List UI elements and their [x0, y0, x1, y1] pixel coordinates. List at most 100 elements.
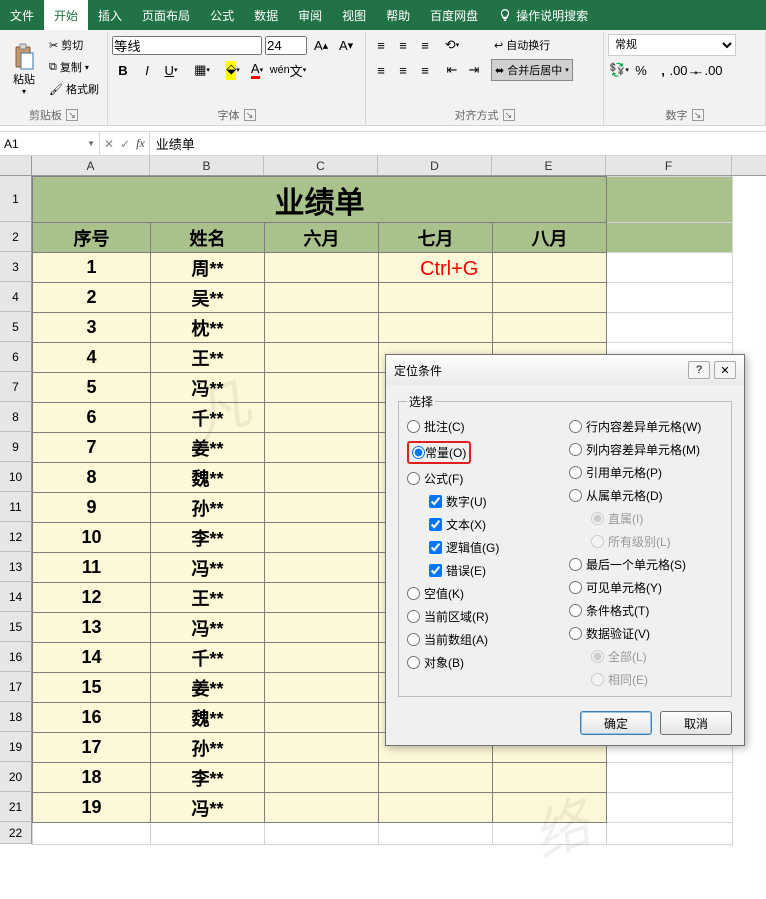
tab-review[interactable]: 审阅	[288, 0, 332, 30]
cell[interactable]: 冯**	[151, 373, 265, 403]
row-header[interactable]: 19	[0, 732, 32, 762]
cell[interactable]: 2	[33, 283, 151, 313]
cell[interactable]	[265, 283, 379, 313]
fx-icon[interactable]: fx	[136, 136, 145, 151]
cell[interactable]	[265, 583, 379, 613]
cell[interactable]	[265, 253, 379, 283]
table-header[interactable]: 七月	[379, 223, 493, 253]
cell[interactable]	[265, 463, 379, 493]
tab-file[interactable]: 文件	[0, 0, 44, 30]
table-header[interactable]: 序号	[33, 223, 151, 253]
cell[interactable]: 15	[33, 673, 151, 703]
opt-current-array[interactable]: 当前数组(A)	[407, 631, 561, 648]
opt-data-val[interactable]: 数据验证(V)	[569, 625, 723, 642]
number-expand-icon[interactable]: ↘	[692, 109, 704, 121]
cell[interactable]	[493, 793, 607, 823]
row-header[interactable]: 18	[0, 702, 32, 732]
cell[interactable]	[265, 793, 379, 823]
copy-button[interactable]: ⧉复制▾	[46, 56, 102, 78]
formula-input[interactable]	[150, 132, 766, 155]
phonetic-button[interactable]: wén文▾	[277, 59, 299, 81]
cell[interactable]	[265, 553, 379, 583]
tab-home[interactable]: 开始	[44, 0, 88, 30]
table-header[interactable]: 姓名	[151, 223, 265, 253]
cell[interactable]: 枕**	[151, 313, 265, 343]
col-header[interactable]: D	[378, 156, 492, 175]
row-header[interactable]: 10	[0, 462, 32, 492]
tab-layout[interactable]: 页面布局	[132, 0, 200, 30]
opt-errors[interactable]: 错误(E)	[407, 562, 561, 579]
cell[interactable]: 11	[33, 553, 151, 583]
opt-logicals[interactable]: 逻辑值(G)	[407, 539, 561, 556]
col-header[interactable]: E	[492, 156, 606, 175]
border-button[interactable]: ▦▾	[191, 59, 213, 81]
opt-last-cell[interactable]: 最后一个单元格(S)	[569, 556, 723, 573]
table-header[interactable]: 六月	[265, 223, 379, 253]
cell[interactable]: 冯**	[151, 613, 265, 643]
opt-objects[interactable]: 对象(B)	[407, 654, 561, 671]
cell[interactable]	[265, 433, 379, 463]
bold-button[interactable]: B	[112, 59, 134, 81]
row-header[interactable]: 1	[0, 176, 32, 222]
close-button[interactable]: ✕	[714, 361, 736, 379]
row-header[interactable]: 6	[0, 342, 32, 372]
cell[interactable]: 魏**	[151, 703, 265, 733]
row-header[interactable]: 4	[0, 282, 32, 312]
cell[interactable]: 王**	[151, 583, 265, 613]
cell[interactable]: 李**	[151, 523, 265, 553]
font-name-combo[interactable]	[112, 36, 262, 55]
row-header[interactable]: 20	[0, 762, 32, 792]
row-header[interactable]: 8	[0, 402, 32, 432]
cell[interactable]: 18	[33, 763, 151, 793]
align-middle-icon[interactable]: ≡	[392, 34, 414, 56]
cell[interactable]	[265, 673, 379, 703]
cell[interactable]: 吴**	[151, 283, 265, 313]
cell[interactable]	[265, 763, 379, 793]
cell[interactable]: 千**	[151, 403, 265, 433]
cell[interactable]: 14	[33, 643, 151, 673]
align-center-icon[interactable]: ≡	[392, 59, 414, 81]
tell-me-search[interactable]: 操作说明搜索	[498, 7, 588, 24]
opt-formulas[interactable]: 公式(F)	[407, 470, 561, 487]
alignment-expand-icon[interactable]: ↘	[503, 109, 515, 121]
cell[interactable]	[493, 763, 607, 793]
cell[interactable]	[265, 643, 379, 673]
format-painter-button[interactable]: 🖌格式刷	[46, 78, 102, 100]
font-color-button[interactable]: A▾	[246, 59, 268, 81]
opt-numbers[interactable]: 数字(U)	[407, 493, 561, 510]
cell[interactable]: 魏**	[151, 463, 265, 493]
opt-row-diff[interactable]: 行内容差异单元格(W)	[569, 418, 723, 435]
sheet-title[interactable]: 业绩单	[33, 177, 607, 223]
opt-comments[interactable]: 批注(C)	[407, 418, 561, 435]
row-header[interactable]: 2	[0, 222, 32, 252]
cell[interactable]: 冯**	[151, 793, 265, 823]
cell[interactable]	[379, 253, 493, 283]
cell[interactable]: 姜**	[151, 673, 265, 703]
col-header[interactable]: B	[150, 156, 264, 175]
row-header[interactable]: 9	[0, 432, 32, 462]
cell[interactable]: 3	[33, 313, 151, 343]
table-header[interactable]: 八月	[493, 223, 607, 253]
align-top-icon[interactable]: ≡	[370, 34, 392, 56]
tab-baidu[interactable]: 百度网盘	[420, 0, 488, 30]
opt-blanks[interactable]: 空值(K)	[407, 585, 561, 602]
cell[interactable]: 5	[33, 373, 151, 403]
row-header[interactable]: 13	[0, 552, 32, 582]
row-header[interactable]: 11	[0, 492, 32, 522]
tab-help[interactable]: 帮助	[376, 0, 420, 30]
cell[interactable]: 冯**	[151, 553, 265, 583]
italic-button[interactable]: I	[136, 59, 158, 81]
opt-constants[interactable]: 常量(O)	[407, 441, 561, 464]
cell[interactable]	[379, 283, 493, 313]
cell[interactable]	[265, 493, 379, 523]
col-header[interactable]: A	[32, 156, 150, 175]
fill-color-button[interactable]: ⬙▾	[222, 59, 244, 81]
help-button[interactable]: ?	[688, 361, 710, 379]
tab-insert[interactable]: 插入	[88, 0, 132, 30]
opt-visible[interactable]: 可见单元格(Y)	[569, 579, 723, 596]
tab-data[interactable]: 数据	[244, 0, 288, 30]
cell[interactable]: 19	[33, 793, 151, 823]
row-header[interactable]: 12	[0, 522, 32, 552]
font-size-combo[interactable]	[265, 36, 307, 55]
row-header[interactable]: 14	[0, 582, 32, 612]
